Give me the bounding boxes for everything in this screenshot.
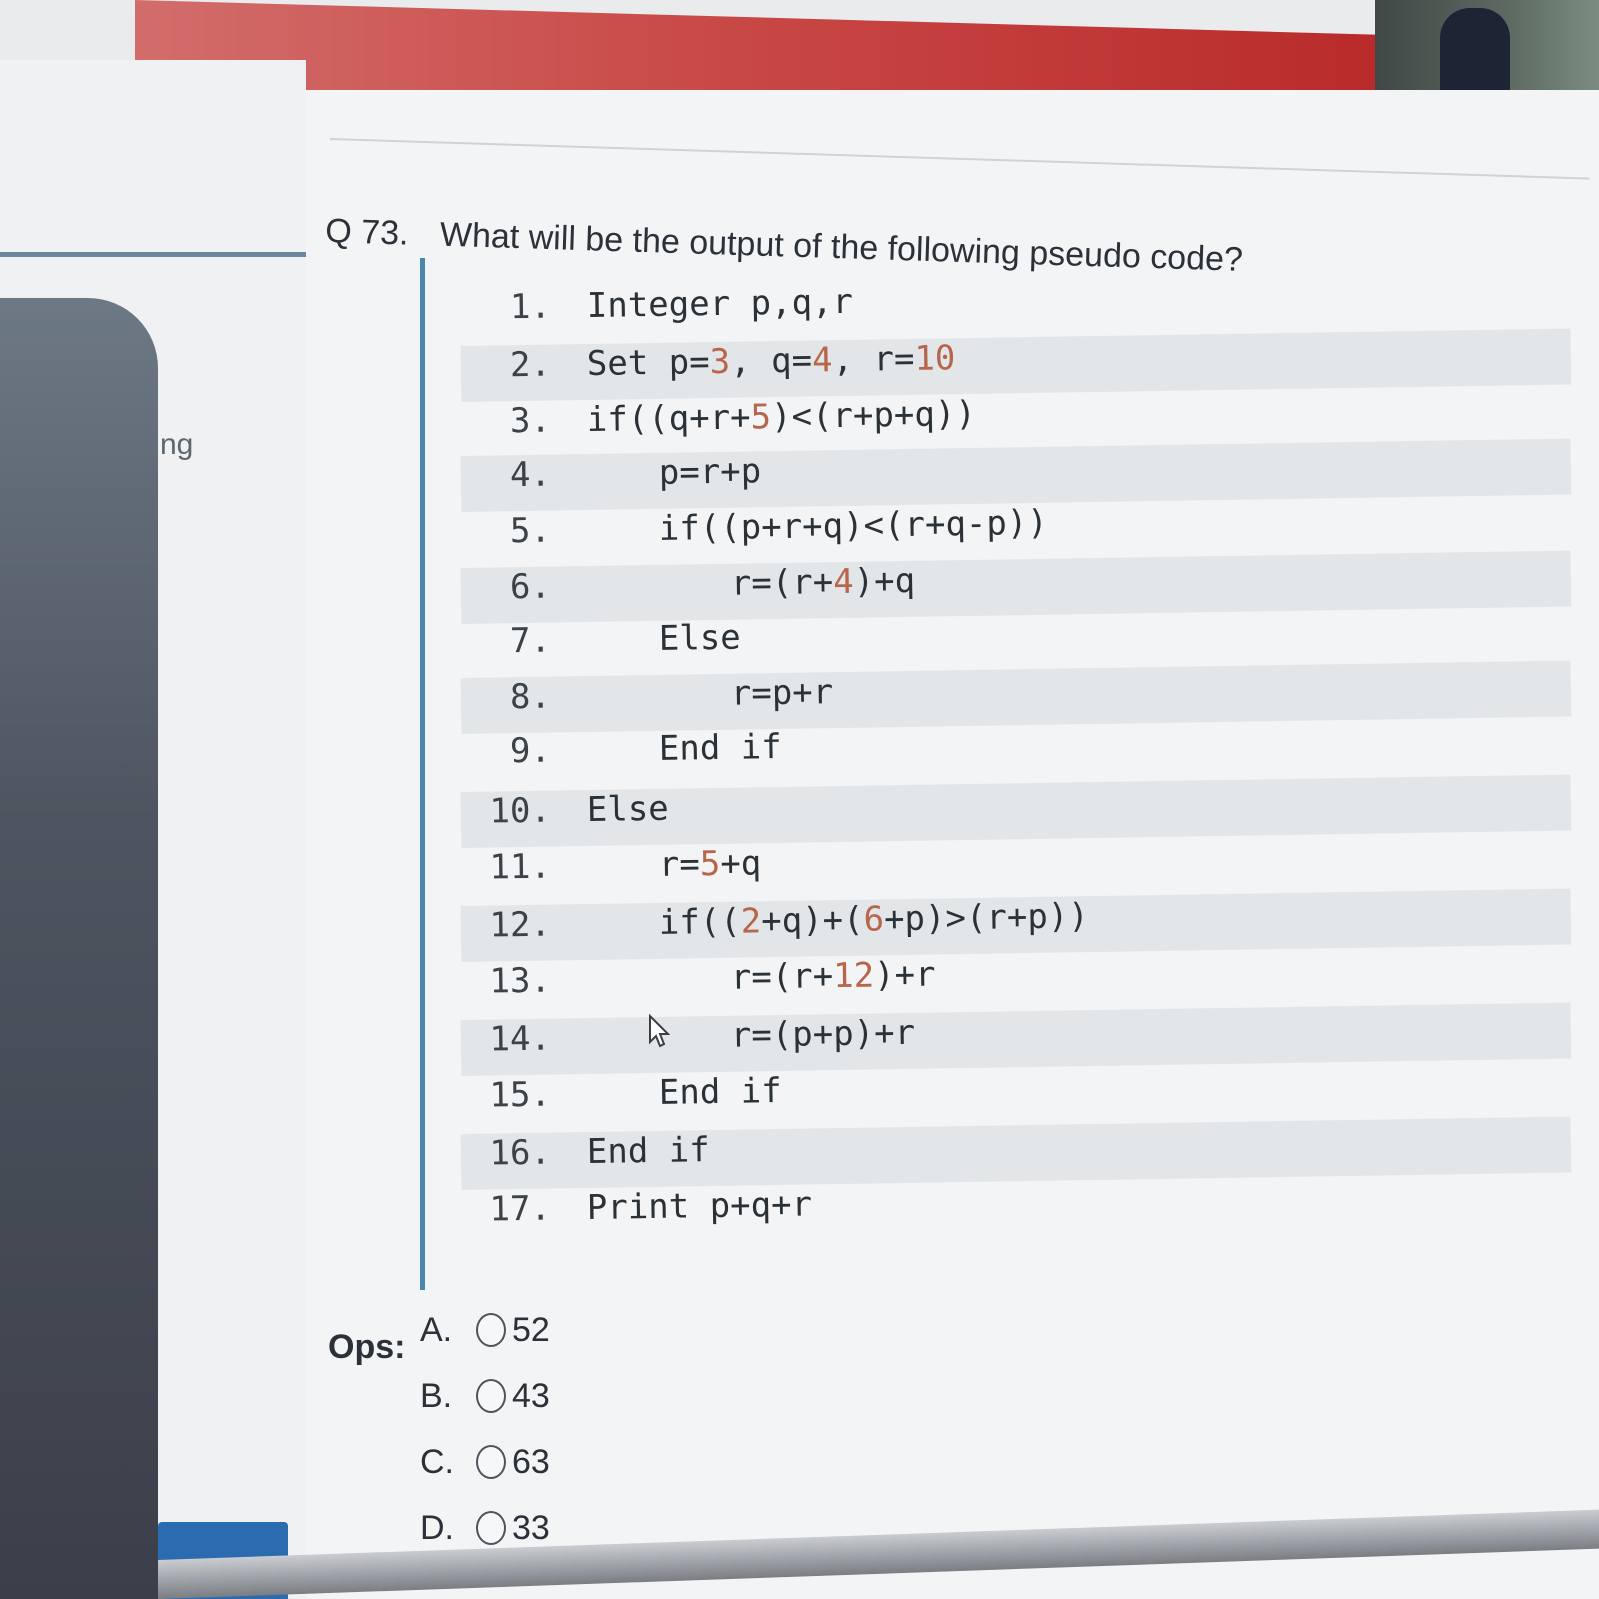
radio-button-icon[interactable] [476, 1511, 506, 1545]
line-number: 4. [509, 454, 552, 496]
option-c[interactable]: C. 63 [420, 1440, 550, 1484]
code-line: 7. Else [461, 618, 742, 678]
code-text: End if [658, 726, 782, 769]
code-text: Else [586, 788, 670, 831]
side-label: ng [160, 428, 194, 461]
code-text: End if [586, 1130, 710, 1173]
option-letter: A. [420, 1310, 453, 1349]
left-panel-divider [0, 252, 306, 257]
code-text: if((2+q)+(6+p)>(r+p)) [658, 896, 1090, 943]
line-number: 3. [509, 400, 552, 442]
code-text: r=p+r [730, 672, 834, 714]
code-text: r=(r+4)+q [730, 560, 916, 604]
options-label: Ops: [328, 1328, 406, 1366]
code-text: Else [658, 617, 742, 659]
code-text: r=5+q [658, 843, 762, 885]
option-letter: D. [420, 1508, 454, 1547]
line-number: 17. [489, 1188, 552, 1230]
code-text: p=r+p [658, 451, 762, 493]
line-number: 8. [509, 676, 552, 718]
option-value: 52 [512, 1310, 550, 1349]
line-number: 9. [509, 730, 552, 772]
code-line: 10. Else [460, 774, 1572, 848]
code-text: End if [658, 1070, 782, 1113]
code-line: 9. End if [461, 727, 783, 788]
line-number: 6. [509, 566, 552, 608]
code-text: r=(r+12)+r [730, 954, 936, 998]
line-number: 7. [509, 620, 552, 662]
code-text: if((q+r+5)<(r+p+q)) [586, 393, 977, 441]
line-number: 12. [489, 904, 552, 946]
line-number: 16. [489, 1132, 552, 1174]
code-line: 11. r=5+q [461, 843, 762, 904]
code-line: 13. r=(r+12)+r [461, 955, 937, 1018]
option-value: 43 [512, 1376, 550, 1415]
code-line: 1. Integer p,q,r [461, 282, 854, 344]
option-letter: B. [420, 1376, 453, 1415]
radio-button-icon[interactable] [476, 1379, 506, 1413]
line-number: 2. [509, 344, 552, 386]
line-number: 10. [489, 790, 552, 832]
radio-button-icon[interactable] [476, 1313, 506, 1347]
line-number: 1. [509, 286, 552, 328]
mouse-cursor-icon [649, 1014, 670, 1048]
code-text: Integer p,q,r [586, 281, 854, 327]
line-number: 5. [509, 510, 552, 552]
code-text: Print p+q+r [586, 1184, 813, 1229]
line-number: 15. [489, 1074, 552, 1116]
code-line: 5. if((p+r+q)<(r+q-p)) [461, 503, 1049, 568]
pseudo-code-block: 1. Integer p,q,r 2. Set p=3, q=4, r=10 3. if(… [420, 258, 1575, 1290]
code-line: 15. End if [461, 1071, 783, 1132]
code-text: r=(p+p)+r [730, 1012, 916, 1056]
code-line: 17. Print p+q+r [461, 1184, 813, 1246]
left-dark-panel [0, 298, 158, 1599]
code-text: if((p+r+q)<(r+q-p)) [658, 502, 1049, 549]
option-b[interactable]: B. 43 [420, 1374, 550, 1418]
question-number: Q 73. [324, 212, 410, 253]
option-d[interactable]: D. 33 [420, 1506, 550, 1550]
option-letter: C. [420, 1442, 454, 1481]
option-value: 33 [512, 1508, 550, 1547]
line-number: 11. [489, 846, 552, 888]
line-number: 14. [489, 1018, 552, 1060]
line-number: 13. [489, 960, 552, 1002]
code-text: Set p=3, q=4, r=10 [586, 338, 956, 385]
option-a[interactable]: A. 52 [420, 1308, 550, 1352]
radio-button-icon[interactable] [476, 1445, 506, 1479]
option-value: 63 [512, 1442, 550, 1481]
